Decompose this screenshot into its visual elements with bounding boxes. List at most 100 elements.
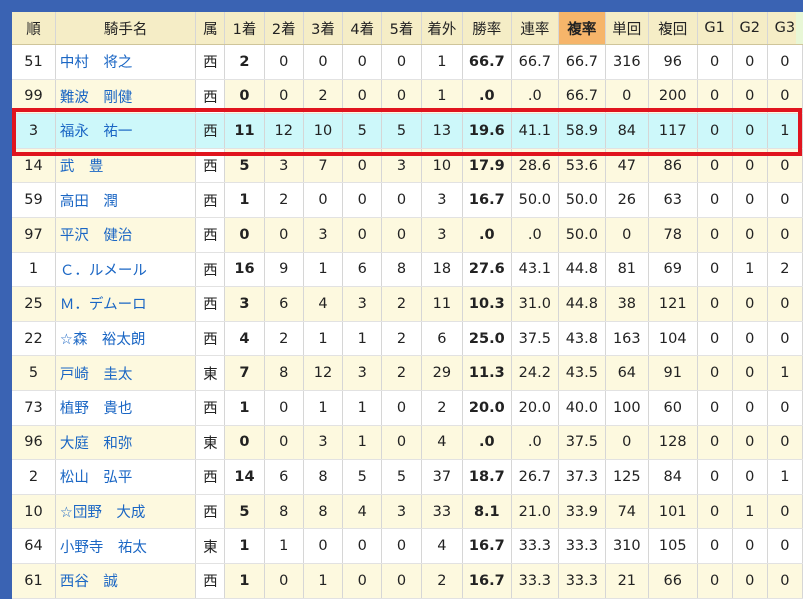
- cell-win-rate: .0: [462, 79, 512, 115]
- cell-fifth: 2: [381, 355, 422, 391]
- jockey-name-link[interactable]: 植野 貴也: [60, 401, 133, 417]
- column-header-affiliation[interactable]: 属: [195, 12, 226, 45]
- cell-place-rate: 33.3: [558, 528, 606, 564]
- cell-place-rate: 50.0: [558, 182, 606, 218]
- jockey-name-link[interactable]: 松山 弘平: [60, 470, 133, 486]
- cell-jockey-name: 平沢 健治: [55, 217, 197, 253]
- cell-rank: 96: [12, 425, 56, 461]
- column-header-second[interactable]: 2着: [264, 12, 304, 45]
- cell-out-of-place: 18: [421, 252, 464, 288]
- cell-g2: 0: [732, 217, 768, 253]
- column-header-fourth[interactable]: 4着: [342, 12, 383, 45]
- column-header-place-return[interactable]: 複回: [648, 12, 698, 45]
- jockey-name-link[interactable]: ☆団野 大成: [60, 505, 146, 521]
- jockey-name-link[interactable]: 武 豊: [60, 159, 104, 175]
- cell-place-rate: 50.0: [558, 217, 606, 253]
- cell-place-return: 91: [648, 355, 698, 391]
- cell-quinella-rate: 50.0: [511, 182, 560, 218]
- jockey-name-link[interactable]: 高田 潤: [60, 194, 118, 210]
- column-header-third[interactable]: 3着: [303, 12, 344, 45]
- cell-second: 3: [264, 148, 304, 184]
- cell-quinella-rate: 20.0: [511, 390, 560, 426]
- cell-quinella-rate: .0: [511, 217, 560, 253]
- cell-place-return: 105: [648, 528, 698, 564]
- column-header-g1[interactable]: G1: [697, 12, 733, 45]
- cell-second: 0: [264, 217, 304, 253]
- cell-out-of-place: 2: [421, 390, 464, 426]
- column-header-quinella-rate[interactable]: 連率: [511, 12, 560, 45]
- cell-win-rate: 25.0: [462, 321, 512, 357]
- jockey-name-link[interactable]: Ｃ．ルメール: [60, 263, 147, 279]
- jockey-name-link[interactable]: 戸崎 圭太: [60, 367, 133, 383]
- cell-first: 14: [224, 459, 265, 495]
- jockey-name-link[interactable]: ☆森 裕太朗: [60, 332, 146, 348]
- cell-g3: 0: [767, 182, 803, 218]
- cell-third: 1: [303, 252, 344, 288]
- column-header-first[interactable]: 1着: [224, 12, 265, 45]
- cell-g3: 0: [767, 494, 803, 530]
- cell-jockey-name: 福永 祐一: [55, 113, 197, 149]
- cell-g2: 0: [732, 79, 768, 115]
- cell-rank: 2: [12, 459, 56, 495]
- column-header-win-rate[interactable]: 勝率: [462, 12, 512, 45]
- cell-place-return: 121: [648, 286, 698, 322]
- cell-place-return: 69: [648, 252, 698, 288]
- column-header-win-return[interactable]: 単回: [605, 12, 649, 45]
- cell-second: 0: [264, 44, 304, 80]
- column-header-jockey-name[interactable]: 騎手名: [55, 12, 197, 45]
- jockey-name-link[interactable]: 平沢 健治: [60, 228, 133, 244]
- column-header-rank[interactable]: 順: [12, 12, 56, 45]
- column-header-fifth[interactable]: 5着: [381, 12, 422, 45]
- cell-fourth: 6: [342, 252, 383, 288]
- cell-rank: 3: [12, 113, 56, 149]
- cell-g3: 0: [767, 148, 803, 184]
- cell-out-of-place: 3: [421, 182, 464, 218]
- cell-fourth: 0: [342, 148, 383, 184]
- cell-first: 2: [224, 44, 265, 80]
- cell-win-rate: 27.6: [462, 252, 512, 288]
- cell-place-rate: 58.9: [558, 113, 606, 149]
- cell-affiliation: 西: [195, 182, 226, 218]
- cell-place-rate: 44.8: [558, 286, 606, 322]
- column-header-out-of-place[interactable]: 着外: [421, 12, 464, 45]
- cell-place-return: 96: [648, 44, 698, 80]
- column-header-g2[interactable]: G2: [732, 12, 768, 45]
- cell-third: 3: [303, 217, 344, 253]
- cell-third: 3: [303, 425, 344, 461]
- cell-place-return: 78: [648, 217, 698, 253]
- cell-place-return: 117: [648, 113, 698, 149]
- cell-g3: 1: [767, 459, 803, 495]
- jockey-name-link[interactable]: Ｍ．デムーロ: [60, 297, 147, 313]
- cell-fourth: 0: [342, 528, 383, 564]
- cell-out-of-place: 10: [421, 148, 464, 184]
- cell-g1: 0: [697, 355, 733, 391]
- jockey-name-link[interactable]: 小野寺 祐太: [60, 540, 147, 556]
- cell-quinella-rate: 28.6: [511, 148, 560, 184]
- cell-win-rate: 19.6: [462, 113, 512, 149]
- cell-fifth: 0: [381, 44, 422, 80]
- column-header-place-rate[interactable]: 複率: [558, 12, 606, 45]
- cell-second: 12: [264, 113, 304, 149]
- jockey-name-link[interactable]: 難波 剛健: [60, 90, 133, 106]
- cell-win-return: 100: [605, 390, 649, 426]
- cell-place-rate: 37.3: [558, 459, 606, 495]
- cell-jockey-name: 大庭 和弥: [55, 425, 197, 461]
- cell-out-of-place: 37: [421, 459, 464, 495]
- table-row: 96 大庭 和弥東 0 0 3 1 0 4.0.0 37.5 0 128 0 0 0: [12, 425, 803, 461]
- jockey-name-link[interactable]: 中村 将之: [60, 55, 133, 71]
- table-row: 22 ☆森 裕太朗西 4 2 1 1 2 6 25.0 37.5 43.8 163 104 0 0 0: [12, 321, 803, 357]
- cell-rank: 1: [12, 252, 56, 288]
- cell-jockey-name: ☆団野 大成: [55, 494, 197, 530]
- cell-fourth: 3: [342, 286, 383, 322]
- jockey-name-link[interactable]: 西谷 誠: [60, 574, 118, 590]
- jockey-name-link[interactable]: 大庭 和弥: [60, 436, 133, 452]
- cell-quinella-rate: 21.0: [511, 494, 560, 530]
- cell-affiliation: 西: [195, 148, 226, 184]
- cell-out-of-place: 6: [421, 321, 464, 357]
- cell-out-of-place: 3: [421, 217, 464, 253]
- jockey-name-link[interactable]: 福永 祐一: [60, 124, 133, 140]
- cell-rank: 14: [12, 148, 56, 184]
- cell-jockey-name: 難波 剛健: [55, 79, 197, 115]
- cell-rank: 22: [12, 321, 56, 357]
- cell-g2: 0: [732, 182, 768, 218]
